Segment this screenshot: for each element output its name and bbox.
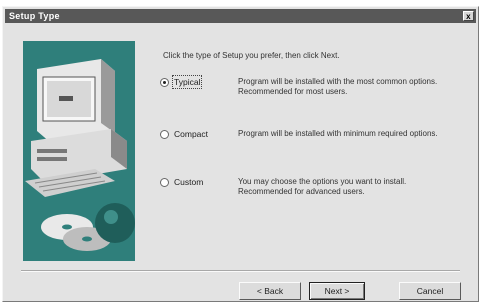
- compact-label[interactable]: Compact: [174, 129, 208, 139]
- computer-with-cd-icon: [23, 41, 135, 261]
- next-button[interactable]: Next >: [309, 282, 365, 300]
- setup-illustration: [23, 41, 135, 261]
- option-custom[interactable]: Custom You may choose the options you wa…: [160, 177, 460, 207]
- back-button[interactable]: < Back: [239, 282, 301, 300]
- custom-radio[interactable]: [160, 178, 169, 187]
- typical-radio[interactable]: [160, 78, 169, 87]
- separator: [21, 270, 460, 272]
- compact-radio[interactable]: [160, 130, 169, 139]
- close-button[interactable]: x: [463, 11, 474, 21]
- typical-description: Program will be installed with the most …: [238, 77, 438, 96]
- custom-label[interactable]: Custom: [174, 177, 203, 187]
- option-compact[interactable]: Compact Program will be installed with m…: [160, 129, 460, 159]
- instruction-text: Click the type of Setup you prefer, then…: [163, 51, 340, 60]
- window-title: Setup Type: [9, 11, 60, 21]
- option-typical[interactable]: Typical Program will be installed with t…: [160, 75, 460, 107]
- compact-description: Program will be installed with minimum r…: [238, 129, 438, 138]
- title-bar: Setup Type x: [5, 9, 476, 23]
- setup-type-dialog: Setup Type x Click the type of Setup you…: [2, 6, 479, 302]
- cancel-button[interactable]: Cancel: [399, 282, 461, 300]
- custom-description: You may choose the options you want to i…: [238, 177, 407, 196]
- typical-label[interactable]: Typical: [171, 75, 203, 89]
